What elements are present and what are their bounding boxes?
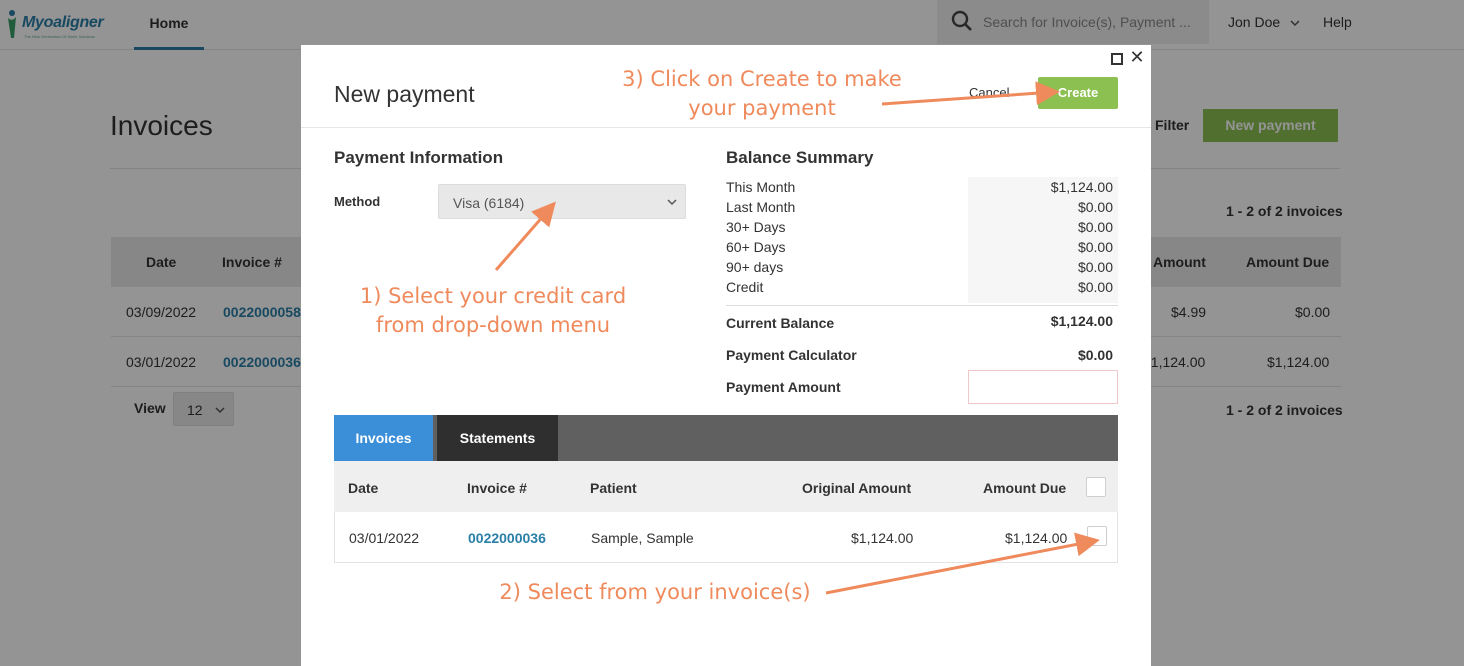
arrow-step1 — [494, 201, 556, 271]
annotation-step1: 1) Select your credit card from drop-dow… — [352, 282, 634, 340]
annotation-step3: 3) Click on Create to make your payment — [614, 65, 910, 123]
annotation-step1-line2: from drop-down menu — [375, 313, 611, 337]
arrow-step2 — [825, 532, 1100, 595]
annotation-step2: 2) Select from your invoice(s) — [499, 580, 811, 604]
annotation-step1-line1: 1) Select your credit card — [359, 284, 627, 308]
annotation-step3-line2: your payment — [688, 96, 836, 120]
annotation-step3-line1: 3) Click on Create to make — [622, 67, 902, 91]
